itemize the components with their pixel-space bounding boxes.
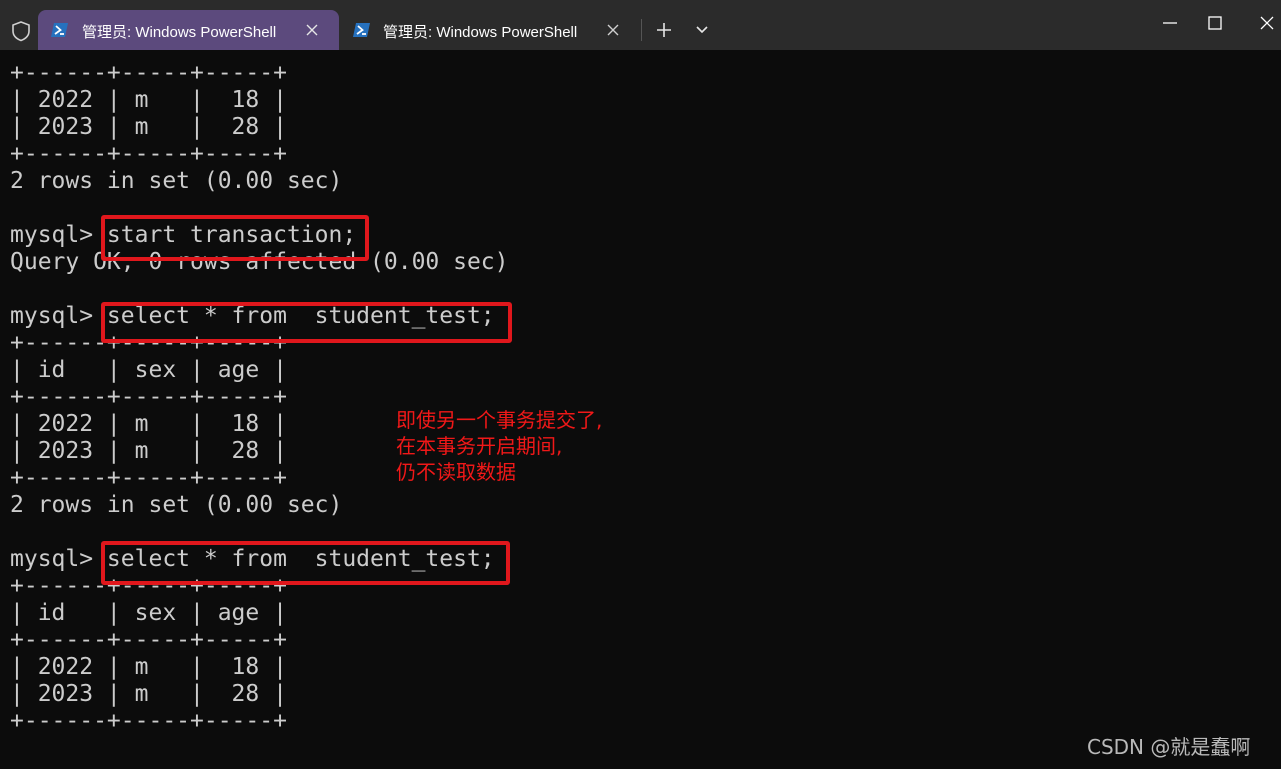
terminal-line: | 2023 | m | 28 |	[10, 438, 287, 464]
tab-divider	[641, 19, 642, 41]
minimize-icon[interactable]	[1155, 8, 1185, 38]
shield-icon[interactable]	[10, 20, 32, 42]
powershell-icon	[353, 23, 370, 37]
terminal-line: +------+-----+-----+	[10, 708, 287, 734]
tab-title: 管理员: Windows PowerShell	[383, 24, 578, 41]
terminal-line: | 2022 | m | 18 |	[10, 654, 287, 680]
terminal-line: +------+-----+-----+	[10, 465, 287, 491]
close-window-icon[interactable]	[1252, 8, 1281, 38]
tab-title: 管理员: Windows PowerShell	[82, 24, 277, 41]
terminal-output[interactable]: +------+-----+-----+ | 2022 | m | 18 | |…	[0, 50, 1281, 769]
terminal-line: | 2022 | m | 18 |	[10, 411, 287, 437]
powershell-icon	[51, 23, 68, 37]
highlight-box-select-1	[101, 302, 512, 343]
terminal-line: | id | sex | age |	[10, 357, 287, 383]
tab-powershell-2[interactable]: 管理员: Windows PowerShell	[339, 10, 639, 50]
highlight-box-select-2	[101, 541, 510, 585]
annotation-line: 即使另一个事务提交了,	[396, 408, 603, 432]
title-bar: 管理员: Windows PowerShell 管理员: Windows Pow…	[0, 0, 1281, 50]
terminal-line: 2 rows in set (0.00 sec)	[10, 492, 343, 518]
terminal-line: +------+-----+-----+	[10, 384, 287, 410]
terminal-line: +------+-----+-----+	[10, 627, 287, 653]
terminal-line: +------+-----+-----+	[10, 60, 287, 86]
highlight-box-start-transaction	[101, 215, 369, 261]
terminal-line: | 2022 | m | 18 |	[10, 87, 287, 113]
terminal-line: | 2023 | m | 28 |	[10, 114, 287, 140]
close-tab-icon[interactable]	[303, 21, 321, 39]
terminal-line: | 2023 | m | 28 |	[10, 681, 287, 707]
terminal-line: +------+-----+-----+	[10, 141, 287, 167]
new-tab-plus-icon[interactable]	[655, 21, 673, 39]
terminal-line: | id | sex | age |	[10, 600, 287, 626]
maximize-icon[interactable]	[1200, 8, 1230, 38]
annotation-line: 在本事务开启期间,	[396, 434, 563, 458]
annotation-note: 即使另一个事务提交了, 在本事务开启期间, 仍不读取数据	[396, 407, 602, 485]
annotation-line: 仍不读取数据	[396, 460, 516, 484]
chevron-down-icon[interactable]	[694, 24, 710, 36]
watermark: CSDN @就是蠢啊	[1087, 735, 1251, 759]
terminal-line: 2 rows in set (0.00 sec)	[10, 168, 343, 194]
close-tab-icon[interactable]	[604, 21, 622, 39]
tab-powershell-1[interactable]: 管理员: Windows PowerShell	[38, 10, 339, 50]
